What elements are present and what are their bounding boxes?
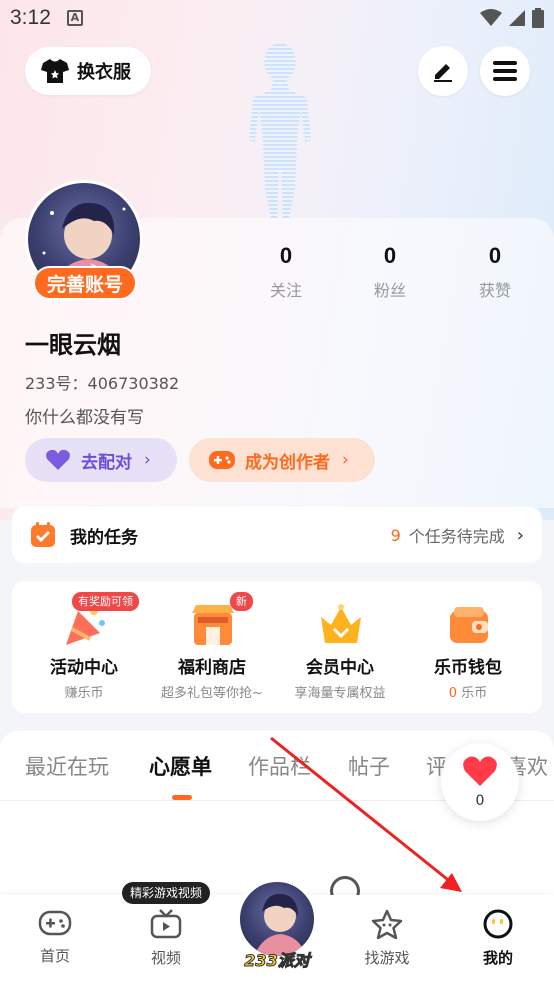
- tasks-summary: 9 个任务待完成 ›: [391, 523, 524, 547]
- stat-likes[interactable]: 0 获赞: [455, 243, 535, 301]
- nav-label: 首页: [39, 947, 70, 965]
- wallet-icon: [450, 607, 488, 643]
- service-name: 活动中心: [50, 658, 118, 678]
- stat-label: 粉丝: [373, 281, 406, 300]
- status-time: 3:12: [10, 6, 51, 29]
- stat-label: 关注: [269, 281, 302, 300]
- complete-account-button[interactable]: 完善账号: [33, 266, 137, 300]
- nav-home[interactable]: 首页: [15, 909, 95, 966]
- stat-value: 0: [279, 243, 293, 268]
- star-icon: [371, 909, 403, 940]
- stat-fans[interactable]: 0 粉丝: [350, 243, 430, 301]
- nav-label: 我的: [482, 949, 513, 967]
- stat-value: 0: [383, 243, 397, 268]
- tab-recent[interactable]: 最近在玩: [25, 751, 109, 781]
- party-label: 233派对: [244, 951, 310, 971]
- tasks-suffix: 个任务待完成: [408, 527, 505, 546]
- new-badge: 新: [230, 592, 253, 611]
- wifi-icon: [480, 9, 502, 26]
- pen-icon: [434, 64, 452, 82]
- service-coin-wallet[interactable]: 0 乐币 乐币钱包: [402, 581, 534, 713]
- nav-label: 找游戏: [364, 949, 410, 967]
- stat-value: 0: [488, 243, 502, 268]
- nav-label: 视频: [150, 949, 181, 967]
- avatar-hologram: [249, 43, 311, 218]
- service-sub: 0 乐币: [402, 682, 534, 701]
- coin-balance: 0: [448, 686, 458, 701]
- service-name: 福利商店: [178, 658, 246, 678]
- tab-wishlist[interactable]: 心愿单: [149, 751, 212, 781]
- username: 一眼云烟: [25, 331, 121, 359]
- service-member-center[interactable]: 会员中心 享海量专属权益: [274, 581, 406, 713]
- crown-icon: [321, 604, 361, 643]
- video-tooltip: 精彩游戏视频: [122, 882, 211, 904]
- tv-icon: [150, 909, 182, 939]
- status-icons: [480, 8, 544, 28]
- chevron-right-icon: ›: [516, 524, 524, 546]
- battery-icon: [532, 8, 544, 28]
- edit-button[interactable]: [418, 46, 468, 96]
- gamepad-icon: [38, 910, 72, 936]
- service-sub: 享海量专属权益: [294, 686, 386, 701]
- tasks-count: 9: [390, 525, 401, 545]
- menu-button[interactable]: [480, 46, 530, 96]
- service-sub: 超多礼包等你抢~: [161, 686, 263, 701]
- like-bubble[interactable]: 0: [441, 743, 519, 821]
- stat-label: 获赞: [478, 281, 511, 300]
- user-bio: 你什么都没有写: [25, 408, 144, 428]
- notification-icon: A: [66, 10, 83, 26]
- shop-icon: [192, 605, 234, 645]
- service-welfare-shop[interactable]: 新 福利商店 超多礼包等你抢~: [146, 581, 278, 713]
- nav-find-games[interactable]: 找游戏: [347, 909, 427, 968]
- service-name: 乐币钱包: [434, 658, 502, 678]
- gamepad-icon: [209, 451, 235, 469]
- status-bar: 3:12 A: [0, 0, 554, 36]
- service-sub: 赚乐币: [64, 686, 104, 701]
- coin-unit: 乐币: [461, 686, 488, 701]
- tasks-title: 我的任务: [70, 527, 138, 548]
- services-grid: 有奖励可领 活动中心 赚乐币 新 福利商店 超多礼包等你抢~ 会员中心 享海量专…: [12, 581, 542, 713]
- chevron-right-icon: ›: [342, 450, 349, 470]
- signal-icon: [509, 10, 525, 26]
- nav-mine[interactable]: 我的: [458, 909, 538, 968]
- creator-label: 成为创作者: [245, 452, 330, 473]
- shirt-icon: [41, 59, 69, 83]
- stat-following[interactable]: 0 关注: [246, 243, 326, 301]
- service-activity-center[interactable]: 有奖励可领 活动中心 赚乐币: [18, 581, 150, 713]
- heart-icon: [46, 449, 70, 470]
- chevron-right-icon: ›: [144, 450, 151, 470]
- dress-up-label: 换衣服: [77, 62, 131, 83]
- tab-posts[interactable]: 帖子: [348, 751, 390, 781]
- calendar-check-icon: [31, 522, 55, 547]
- heart-icon: [463, 756, 497, 786]
- nav-video[interactable]: 视频: [126, 909, 206, 968]
- like-count: 0: [475, 793, 485, 809]
- reward-badge: 有奖励可领: [72, 592, 139, 611]
- become-creator-button[interactable]: 成为创作者 ›: [189, 438, 375, 482]
- tab-works[interactable]: 作品栏: [248, 751, 311, 781]
- my-tasks-row[interactable]: 我的任务 9 个任务待完成 ›: [12, 507, 542, 563]
- dress-up-button[interactable]: 换衣服: [25, 47, 151, 95]
- user-id: 233号：406730382: [25, 374, 180, 393]
- match-button[interactable]: 去配对 ›: [25, 438, 177, 482]
- service-name: 会员中心: [306, 658, 374, 678]
- match-label: 去配对: [81, 452, 132, 473]
- menu-icon: [493, 61, 517, 81]
- smile-icon: [483, 909, 513, 939]
